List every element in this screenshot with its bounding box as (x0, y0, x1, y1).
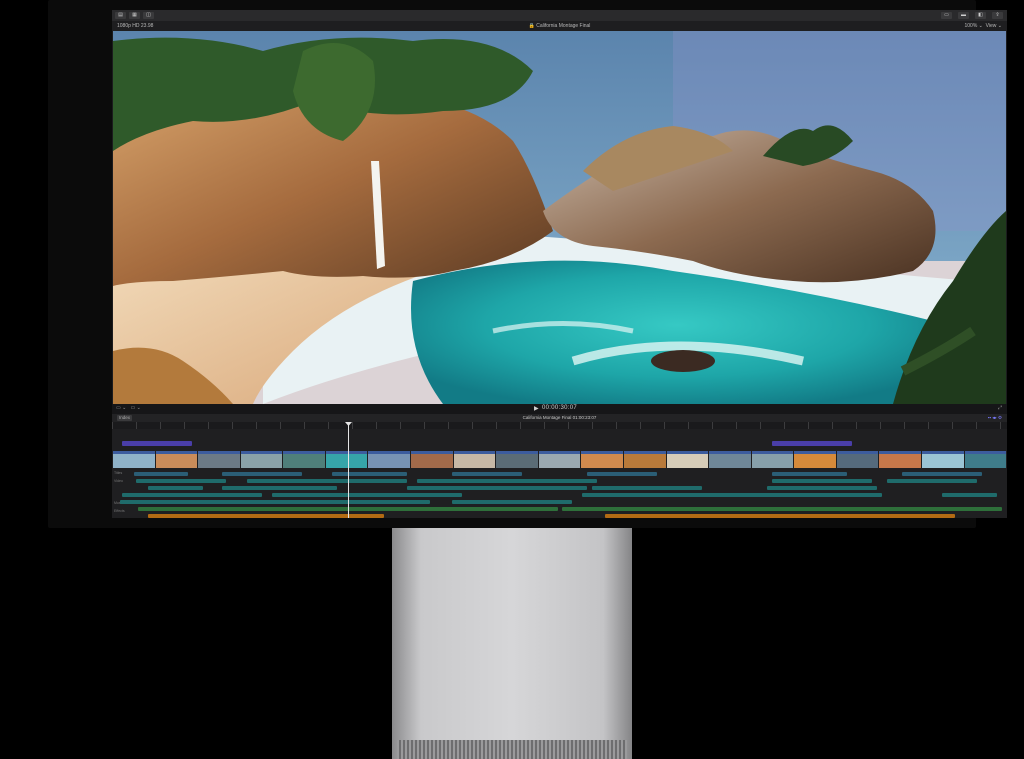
timeline-tools-icon[interactable]: ▪▪ ◂▸ ⚙ (988, 414, 1002, 422)
video-clip[interactable] (709, 451, 751, 468)
timecode-display: 00:00:30:07 (542, 405, 577, 411)
video-clip[interactable] (325, 451, 368, 468)
display-stand (392, 528, 632, 759)
video-clip[interactable] (283, 451, 325, 468)
video-clip[interactable] (538, 451, 581, 468)
video-clip[interactable] (666, 451, 709, 468)
caption-clip[interactable] (222, 472, 302, 476)
caption-clip[interactable] (452, 472, 522, 476)
audio-clip[interactable] (247, 479, 407, 483)
audio-clip[interactable] (942, 493, 997, 497)
audio-clip[interactable] (417, 479, 597, 483)
video-clip[interactable] (198, 451, 240, 468)
video-clip[interactable] (794, 451, 836, 468)
browser-icon[interactable]: ▦ (129, 12, 140, 19)
video-clip[interactable] (623, 451, 666, 468)
zoom-value: 100% (964, 23, 978, 29)
audio-clip[interactable] (772, 479, 872, 483)
audio-clip[interactable] (122, 493, 262, 497)
video-clip[interactable] (453, 451, 496, 468)
audio-clip[interactable] (592, 486, 702, 490)
track-label: Video (114, 479, 123, 483)
view-menu[interactable]: View (986, 23, 997, 29)
effect-clip[interactable] (605, 514, 955, 518)
video-clip[interactable] (581, 451, 623, 468)
toolbar: ▤ ▦ ◫ ▭ ▬ ◧ ⇪ (112, 10, 1007, 21)
audio-clip[interactable] (407, 486, 587, 490)
fullscreen-icon[interactable]: ⤢ (998, 405, 1002, 411)
video-clip[interactable] (921, 451, 964, 468)
viewer-canvas[interactable] (113, 31, 1006, 404)
video-clip[interactable] (240, 451, 283, 468)
studio-display: ▤ ▦ ◫ ▭ ▬ ◧ ⇪ 1080p HD 23.98 🔒 Californi… (48, 0, 1007, 528)
audio-clip[interactable] (136, 479, 226, 483)
title-clip-label: Best of California (122, 441, 123, 442)
audio-clip[interactable] (222, 486, 337, 490)
viewer-header: 1080p HD 23.98 🔒 California Montage Fina… (112, 21, 1007, 31)
caption-clip[interactable] (332, 472, 407, 476)
timeline-project-title: California Montage Final 01:00:23:07 (112, 414, 1007, 422)
audio-clip[interactable] (148, 486, 203, 490)
video-clip[interactable] (113, 451, 155, 468)
audio-clip[interactable] (452, 500, 572, 504)
timeline-area[interactable]: Best of California Special Moments (112, 429, 1007, 518)
library-icon[interactable]: ▤ (115, 12, 126, 19)
title-clip[interactable]: Special Moments (772, 441, 852, 446)
playhead[interactable] (348, 422, 349, 518)
title-clip-label: Special Moments (772, 441, 773, 442)
viewer-frame-image (113, 31, 1006, 404)
audio-clip[interactable] (272, 493, 462, 497)
viewer-title-text: California Montage Final (536, 23, 591, 29)
title-clip[interactable]: Best of California (122, 441, 192, 446)
video-clip[interactable] (836, 451, 879, 468)
primary-storyline[interactable] (113, 451, 1007, 468)
final-cut-window: ▤ ▦ ◫ ▭ ▬ ◧ ⇪ 1080p HD 23.98 🔒 Californi… (112, 10, 1007, 518)
viewer-title: 🔒 California Montage Final (528, 23, 591, 29)
audio-clip[interactable] (120, 500, 430, 504)
caption-clip[interactable] (772, 472, 847, 476)
share-icon[interactable]: ⇪ (992, 12, 1003, 19)
video-clip[interactable] (411, 451, 453, 468)
audio-clip[interactable] (767, 486, 877, 490)
project-name: California Montage Final (522, 415, 572, 420)
project-duration: 01:00:23:07 (572, 415, 597, 420)
video-clip[interactable] (496, 451, 538, 468)
inspector-icon[interactable]: ◧ (975, 12, 986, 19)
caption-clip[interactable] (134, 472, 188, 476)
transport-bar: ▭ ⌄ ▭ ⌄ ▶ 00:00:30:07 ⤢ (112, 404, 1007, 414)
track-label: Effects (114, 509, 125, 513)
viewer-zoom-menu[interactable]: 100% ⌄ View ⌄ (965, 21, 1003, 31)
music-clip[interactable] (562, 507, 1002, 511)
timeline-ruler[interactable] (112, 422, 1007, 429)
caption-clip[interactable] (902, 472, 982, 476)
timeline-toggle-icon[interactable]: ▬ (958, 12, 969, 19)
video-clip[interactable] (155, 451, 198, 468)
video-clip[interactable] (368, 451, 411, 468)
inspector-toggle-icon[interactable]: ◫ (143, 12, 154, 19)
audio-clip[interactable] (582, 493, 882, 497)
timeline-header: Index California Montage Final 01:00:23:… (112, 414, 1007, 422)
layout-icon[interactable]: ▭ (941, 12, 952, 19)
stand-foot (397, 740, 627, 759)
video-clip[interactable] (879, 451, 921, 468)
caption-clip[interactable] (587, 472, 657, 476)
video-clip[interactable] (751, 451, 794, 468)
audio-clip[interactable] (887, 479, 977, 483)
track-label: Titles (114, 471, 123, 475)
video-clip[interactable] (964, 451, 1007, 468)
